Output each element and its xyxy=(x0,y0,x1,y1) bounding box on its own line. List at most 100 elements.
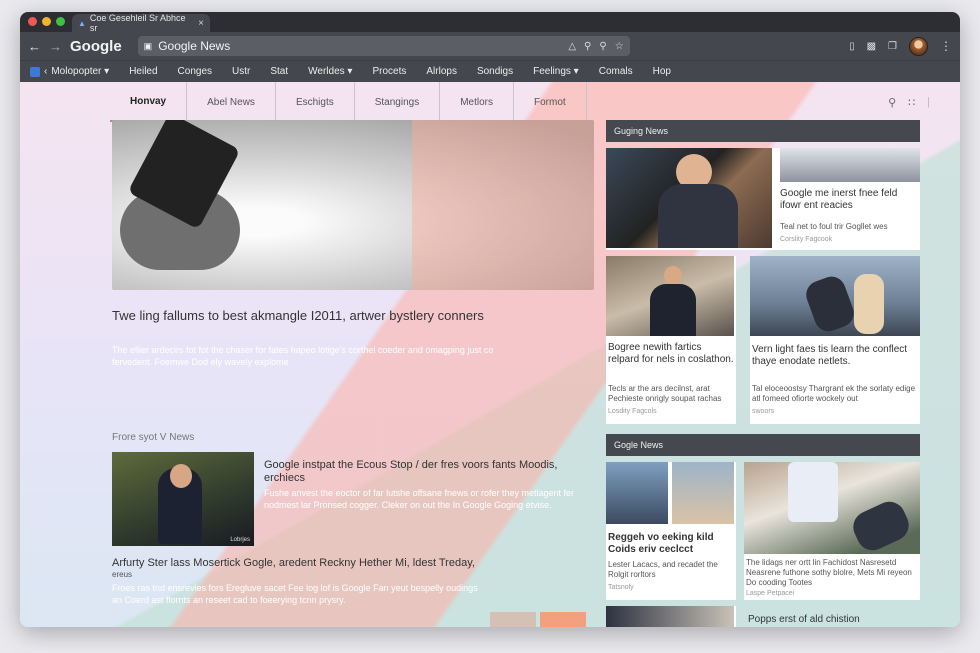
browser-toolbar: ← → Google ▣ Google News △ ⚲ ⚲ ☆ ▯ ▩ ❐ ⋮ xyxy=(20,32,960,60)
card-source: Corslity Fagcook xyxy=(780,236,833,243)
card-source: Tatsnoly xyxy=(608,584,634,591)
news-card[interactable]: Vern light faes tis learn the conflect t… xyxy=(750,256,920,424)
article-image xyxy=(780,148,920,182)
card-summary: The lidags ner ortt lin Fachidost Nasres… xyxy=(746,558,912,587)
tab-home[interactable]: Honvay xyxy=(110,82,188,122)
hero-tint xyxy=(412,120,594,290)
card-summary: Lester Lacacs, and recadet the Rolgit ro… xyxy=(608,560,718,579)
article-image xyxy=(606,148,772,248)
section-header: Gogle News xyxy=(606,434,920,456)
news-card[interactable]: Reggeh vo eeking kild Coids eriv ceclcct… xyxy=(606,462,736,600)
back-arrow-icon[interactable]: ← xyxy=(28,39,41,54)
star-icon[interactable]: ☆ xyxy=(615,41,624,52)
toolbar-extensions: ▯ ▩ ❐ ⋮ xyxy=(849,36,952,56)
page-content: Honvay Abel News Eschigts Stangings Metl… xyxy=(20,82,960,627)
apps-grid-icon[interactable]: ∷ xyxy=(908,96,915,109)
article-summary: Froes ras tnd ensrevies fors Eregluve sa… xyxy=(112,583,478,605)
extension-icon[interactable]: ▯ xyxy=(849,41,855,52)
article-image xyxy=(672,462,734,524)
lock-icon: ▣ xyxy=(143,40,153,51)
news-card[interactable]: Bogree newith fartics relpard for nels i… xyxy=(606,256,736,424)
google-favicon-icon: ▲ xyxy=(78,18,86,28)
article-image xyxy=(606,606,734,627)
news-card[interactable]: The lidags ner ortt lin Fachidost Nasres… xyxy=(744,462,920,600)
tab-title: Coe Gesehleil Sr Abhce sr xyxy=(89,13,186,33)
bookmark-item[interactable]: Feelings xyxy=(533,66,579,77)
profile-avatar[interactable] xyxy=(909,36,928,56)
bookmark-item[interactable]: Conges xyxy=(178,66,212,77)
forward-arrow-icon[interactable]: → xyxy=(49,39,62,54)
address-bar-url: Google News xyxy=(158,39,231,53)
tab-section[interactable]: Stangings xyxy=(355,82,441,122)
section-header: Guging News xyxy=(606,120,920,142)
tab-strip: ▲ Coe Gesehleil Sr Abhce sr × xyxy=(20,12,960,33)
divider: | xyxy=(927,95,930,108)
news-card[interactable]: Google me inerst fnee feld ifowr ent rea… xyxy=(606,148,920,250)
card-summary: Tal eloceoostsy Thargrant ek the sorlaty… xyxy=(752,384,916,403)
bookmark-item[interactable]: Hop xyxy=(653,66,671,77)
copy-icon[interactable]: ❐ xyxy=(888,41,897,52)
maximize-window-button[interactable] xyxy=(56,17,65,26)
tab-section[interactable]: Eschigts xyxy=(276,82,355,122)
hero-image[interactable] xyxy=(112,120,594,290)
card-source: swoors xyxy=(752,408,775,415)
address-bar[interactable]: ▣ Google News △ ⚲ ⚲ ☆ xyxy=(137,36,630,56)
section-label: Frore syot V News xyxy=(112,432,195,443)
bookmark-item[interactable]: Molopopter xyxy=(51,66,109,77)
article-image xyxy=(750,256,920,336)
article-image xyxy=(744,462,920,556)
bookmark-item[interactable]: Sondigs xyxy=(477,66,513,77)
card-title[interactable]: Reggeh vo eeking kild Coids eriv ceclcct xyxy=(608,532,734,556)
article-image xyxy=(606,462,668,524)
camera-icon[interactable]: ▩ xyxy=(867,41,876,52)
user-icon[interactable]: △ xyxy=(568,41,576,52)
article-kicker: ereus xyxy=(112,570,133,579)
chevron-left-icon[interactable]: ‹ xyxy=(44,66,47,77)
bookmark-item[interactable]: Comals xyxy=(599,66,633,77)
close-window-button[interactable] xyxy=(28,17,37,26)
window-controls xyxy=(28,17,65,26)
top-story-summary: The ellier ardecirs fot fot the chaser f… xyxy=(112,345,494,367)
browser-window: ▲ Coe Gesehleil Sr Abhce sr × ← → Google… xyxy=(20,12,960,627)
card-title[interactable]: Bogree newith fartics relpard for nels i… xyxy=(608,342,734,366)
zoom-icon[interactable]: ⚲ xyxy=(599,41,606,52)
tab-section[interactable]: Abel News xyxy=(187,82,276,122)
article-image xyxy=(606,256,734,336)
card-summary: Tecls ar the ars decilnst, arat Pechiest… xyxy=(608,384,722,403)
thumbnail-tag: Lobrjes xyxy=(230,537,250,543)
search-icon[interactable]: ⚲ xyxy=(888,96,896,109)
close-tab-icon[interactable]: × xyxy=(198,18,204,29)
card-summary: Teal net to foul trir Gogllet wes xyxy=(780,222,888,231)
article-thumbnail[interactable]: Lobrjes xyxy=(112,452,254,546)
article-title[interactable]: Google instpat the Ecous Stop / der fres… xyxy=(264,459,564,485)
bookmark-item[interactable]: Alrlops xyxy=(426,66,457,77)
right-column: Guging News xyxy=(606,120,920,142)
tab-section[interactable]: Formot xyxy=(514,82,587,122)
article-title[interactable]: Arfurty Ster lass Mosertick Gogle, arede… xyxy=(112,557,582,569)
bookmark-item[interactable]: Werldes xyxy=(308,66,352,77)
bookmark-item[interactable]: Heiled xyxy=(129,66,157,77)
card-source: Losdity Fagcols xyxy=(608,408,657,415)
card-title[interactable]: Google me inerst fnee feld ifowr ent rea… xyxy=(780,188,916,212)
card-title[interactable]: Vern light faes tis learn the conflect t… xyxy=(752,344,916,368)
brand-logo: Google xyxy=(70,37,122,55)
top-story-headline[interactable]: Twe ling fallums to best akmangle I2011,… xyxy=(112,308,532,323)
more-menu-icon[interactable]: ⋮ xyxy=(940,39,952,53)
mini-thumbnail[interactable] xyxy=(540,612,586,627)
section-nav: Honvay Abel News Eschigts Stangings Metl… xyxy=(110,82,930,122)
news-card[interactable] xyxy=(606,606,736,627)
bookmarks-bar: ‹ Molopopter Heiled Conges Ustr Stat Wer… xyxy=(20,60,960,82)
browser-tab[interactable]: ▲ Coe Gesehleil Sr Abhce sr × xyxy=(72,13,210,33)
tab-section[interactable]: Metlors xyxy=(440,82,515,122)
bookmark-item[interactable]: Ustr xyxy=(232,66,250,77)
face-shape xyxy=(170,464,192,488)
bookmark-folder-icon xyxy=(30,66,40,77)
minimize-window-button[interactable] xyxy=(42,17,51,26)
card-title[interactable]: Popps erst of ald chistion xyxy=(748,614,918,626)
mini-thumbnail[interactable] xyxy=(490,612,536,627)
card-source: Laspe Petpacei xyxy=(746,590,795,597)
search-icon[interactable]: ⚲ xyxy=(584,41,591,52)
bookmark-item[interactable]: Stat xyxy=(270,66,288,77)
article-summary: Fushe anvest the eoctor of far lutshe of… xyxy=(264,488,575,510)
bookmark-item[interactable]: Procets xyxy=(372,66,406,77)
